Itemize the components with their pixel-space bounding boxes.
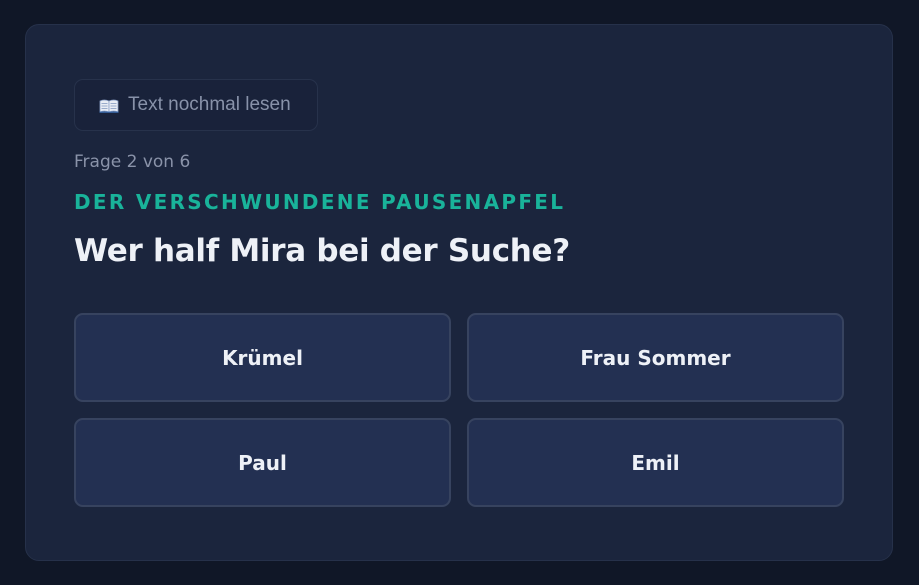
question-progress: Frage 2 von 6 bbox=[74, 152, 191, 172]
question-text: Wer half Mira bei der Suche? bbox=[74, 233, 570, 269]
story-title: DER VERSCHWUNDENE PAUSENAPFEL bbox=[74, 190, 566, 214]
reread-text-label: Text nochmal lesen bbox=[128, 94, 291, 115]
answer-option[interactable]: Emil bbox=[467, 418, 844, 507]
answer-option[interactable]: Frau Sommer bbox=[467, 313, 844, 402]
open-book-icon bbox=[99, 99, 119, 113]
reread-text-button[interactable]: Text nochmal lesen bbox=[74, 79, 318, 131]
answer-option[interactable]: Paul bbox=[74, 418, 451, 507]
quiz-card: Text nochmal lesen Frage 2 von 6 DER VER… bbox=[25, 24, 893, 561]
answer-option[interactable]: Krümel bbox=[74, 313, 451, 402]
